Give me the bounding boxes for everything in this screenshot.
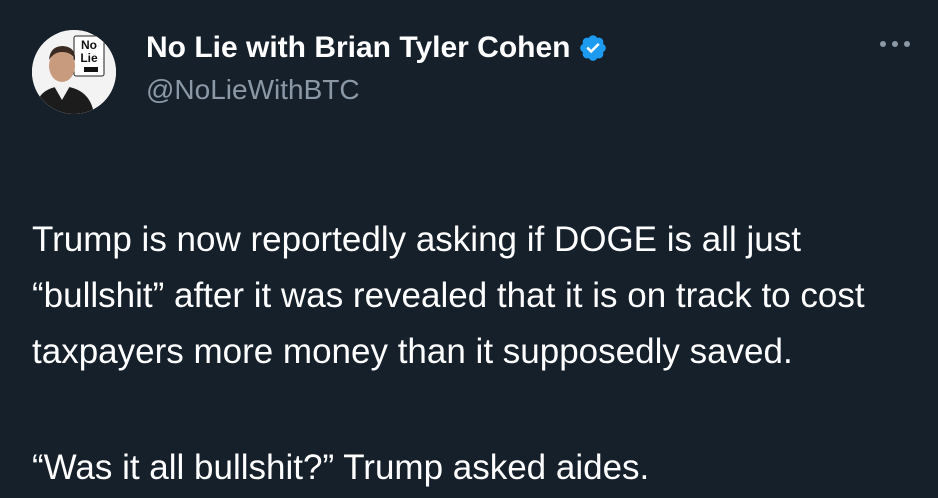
- svg-text:No: No: [81, 38, 97, 52]
- verified-badge-icon: [578, 33, 608, 63]
- avatar-image: No Lie: [32, 30, 116, 114]
- author-info: No Lie with Brian Tyler Cohen @NoLieWith…: [146, 30, 608, 106]
- more-options-icon[interactable]: [878, 34, 912, 54]
- tweet-card: No Lie No Lie with Brian Tyler Cohen @No…: [0, 0, 938, 498]
- name-row: No Lie with Brian Tyler Cohen: [146, 30, 608, 66]
- svg-text:Lie: Lie: [80, 51, 98, 65]
- user-handle[interactable]: @NoLieWithBTC: [146, 74, 608, 106]
- display-name[interactable]: No Lie with Brian Tyler Cohen: [146, 31, 570, 65]
- tweet-text: Trump is now reportedly asking if DOGE i…: [32, 156, 912, 436]
- tweet-paragraph-2: “Was it all bullshit?” Trump asked aides…: [32, 448, 650, 487]
- avatar[interactable]: No Lie: [32, 30, 116, 114]
- tweet-paragraph-1: Trump is now reportedly asking if DOGE i…: [32, 220, 865, 371]
